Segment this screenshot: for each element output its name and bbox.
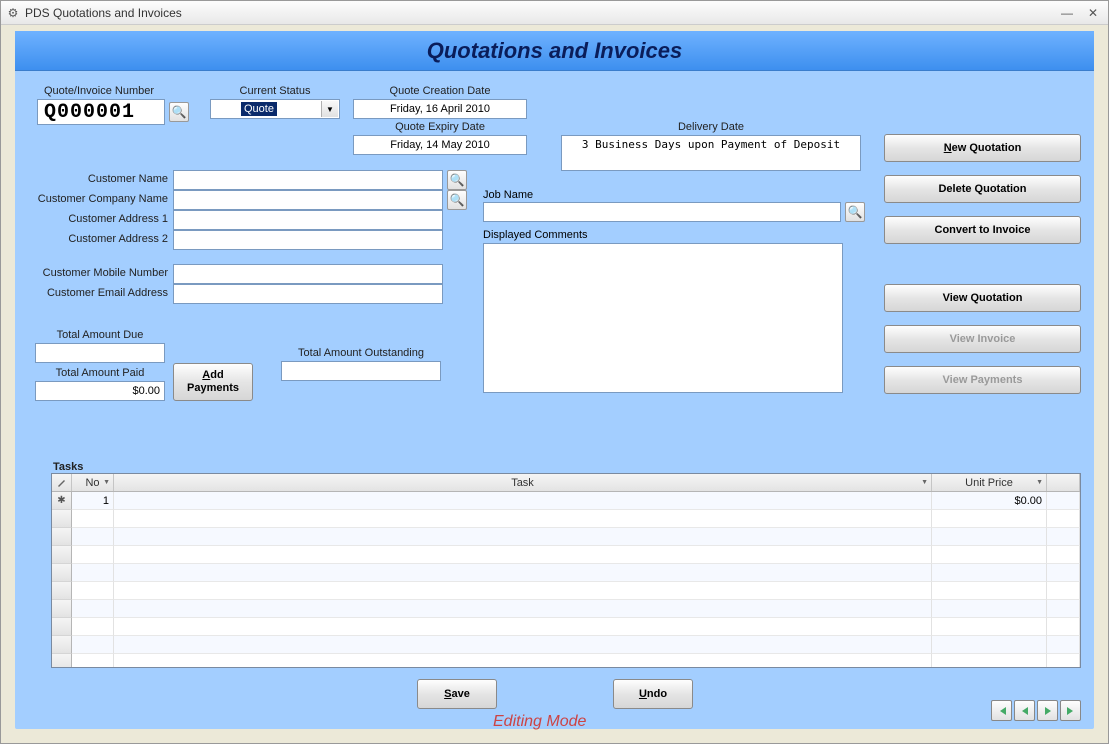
customer-company-field[interactable] (173, 190, 443, 210)
label-customer-mobile: Customer Mobile Number (25, 267, 168, 279)
col-header-price[interactable]: Unit Price▼ (932, 474, 1047, 491)
minimize-button[interactable]: — (1056, 4, 1078, 22)
total-outstanding-field[interactable] (281, 361, 441, 381)
next-record-button[interactable] (1037, 700, 1058, 721)
table-row[interactable]: ✱ 1 $0.00 (52, 492, 1080, 510)
next-icon (1042, 705, 1054, 717)
search-quote-button[interactable]: 🔍 (169, 102, 189, 122)
search-customer-button[interactable]: 🔍 (447, 170, 467, 190)
binoculars-icon: 🔍 (172, 105, 187, 119)
binoculars-icon: 🔍 (848, 205, 863, 219)
record-nav (991, 700, 1081, 721)
total-due-field[interactable] (35, 343, 165, 363)
total-paid-field[interactable] (35, 381, 165, 401)
label-customer-company: Customer Company Name (25, 193, 168, 205)
search-company-button[interactable]: 🔍 (447, 190, 467, 210)
view-quotation-button[interactable]: View Quotation (884, 284, 1081, 312)
grid-body[interactable]: ✱ 1 $0.00 (52, 492, 1080, 667)
expiry-date-field[interactable] (353, 135, 527, 155)
convert-invoice-button[interactable]: Convert to Invoice (884, 216, 1081, 244)
job-name-field[interactable] (483, 202, 841, 222)
label-creation-date: Quote Creation Date (353, 85, 527, 97)
main-window: ⚙ PDS Quotations and Invoices — ✕ Quotat… (0, 0, 1109, 744)
label-total-due: Total Amount Due (35, 329, 165, 341)
col-header-end (1047, 474, 1080, 491)
delete-quotation-button[interactable]: Delete Quotation (884, 175, 1081, 203)
customer-mobile-field[interactable] (173, 264, 443, 284)
label-current-status: Current Status (210, 85, 340, 97)
status-value: Quote (241, 102, 277, 116)
undo-button[interactable]: Undo (613, 679, 693, 709)
mode-indicator: Editing Mode (493, 713, 586, 731)
main-panel: Quotations and Invoices Quote/Invoice Nu… (15, 31, 1094, 729)
label-total-paid: Total Amount Paid (35, 367, 165, 379)
quote-number-field[interactable]: Q000001 (37, 99, 165, 125)
tasks-section: Tasks No▼ Task▼ Unit Price▼ ✱ (51, 461, 1081, 668)
last-record-button[interactable] (1060, 700, 1081, 721)
tasks-grid[interactable]: No▼ Task▼ Unit Price▼ ✱ 1 $0.00 (51, 473, 1081, 668)
label-customer-name: Customer Name (25, 173, 168, 185)
label-tasks: Tasks (53, 461, 1081, 473)
col-header-no[interactable]: No▼ (72, 474, 114, 491)
view-payments-button: View Payments (884, 366, 1081, 394)
titlebar: ⚙ PDS Quotations and Invoices — ✕ (1, 1, 1108, 25)
chevron-down-icon: ▼ (321, 101, 338, 117)
close-button[interactable]: ✕ (1082, 4, 1104, 22)
prev-record-button[interactable] (1014, 700, 1035, 721)
add-payments-button[interactable]: Add Payments (173, 363, 253, 401)
view-invoice-button: View Invoice (884, 325, 1081, 353)
cell-end (1047, 492, 1080, 510)
content-area: Quote/Invoice Number Q000001 🔍 Current S… (15, 71, 1094, 729)
search-job-button[interactable]: 🔍 (845, 202, 865, 222)
label-job-name: Job Name (483, 189, 533, 201)
col-header-task[interactable]: Task▼ (114, 474, 932, 491)
new-quotation-button[interactable]: New Quotation (884, 134, 1081, 162)
grid-header: No▼ Task▼ Unit Price▼ (52, 474, 1080, 492)
cell-task[interactable] (114, 492, 932, 510)
label-delivery-date: Delivery Date (561, 121, 861, 133)
binoculars-icon: 🔍 (450, 193, 465, 207)
label-customer-addr1: Customer Address 1 (25, 213, 168, 225)
customer-name-field[interactable] (173, 170, 443, 190)
header-banner: Quotations and Invoices (15, 31, 1094, 71)
creation-date-field[interactable] (353, 99, 527, 119)
chevron-down-icon: ▼ (921, 479, 928, 486)
label-customer-addr2: Customer Address 2 (25, 233, 168, 245)
label-expiry-date: Quote Expiry Date (353, 121, 527, 133)
displayed-comments-field[interactable] (483, 243, 843, 393)
prev-icon (1019, 705, 1031, 717)
first-record-button[interactable] (991, 700, 1012, 721)
label-total-outstanding: Total Amount Outstanding (281, 347, 441, 359)
new-row-indicator: ✱ (52, 492, 72, 510)
customer-addr2-field[interactable] (173, 230, 443, 250)
pencil-icon (57, 478, 67, 488)
titlebar-text: PDS Quotations and Invoices (25, 6, 1056, 20)
save-button[interactable]: Save (417, 679, 497, 709)
last-icon (1065, 705, 1077, 717)
chevron-down-icon: ▼ (103, 479, 110, 486)
delivery-date-field[interactable] (561, 135, 861, 171)
page-title: Quotations and Invoices (427, 38, 682, 64)
status-select[interactable]: Quote ▼ (210, 99, 340, 119)
customer-email-field[interactable] (173, 284, 443, 304)
customer-addr1-field[interactable] (173, 210, 443, 230)
cell-price[interactable]: $0.00 (932, 492, 1047, 510)
binoculars-icon: 🔍 (450, 173, 465, 187)
grid-corner[interactable] (52, 474, 72, 491)
label-quote-number: Quote/Invoice Number (39, 85, 159, 97)
label-customer-email: Customer Email Address (25, 287, 168, 299)
cell-no[interactable]: 1 (72, 492, 114, 510)
chevron-down-icon: ▼ (1036, 479, 1043, 486)
app-icon: ⚙ (5, 5, 21, 21)
first-icon (996, 705, 1008, 717)
label-displayed-comments: Displayed Comments (483, 229, 588, 241)
